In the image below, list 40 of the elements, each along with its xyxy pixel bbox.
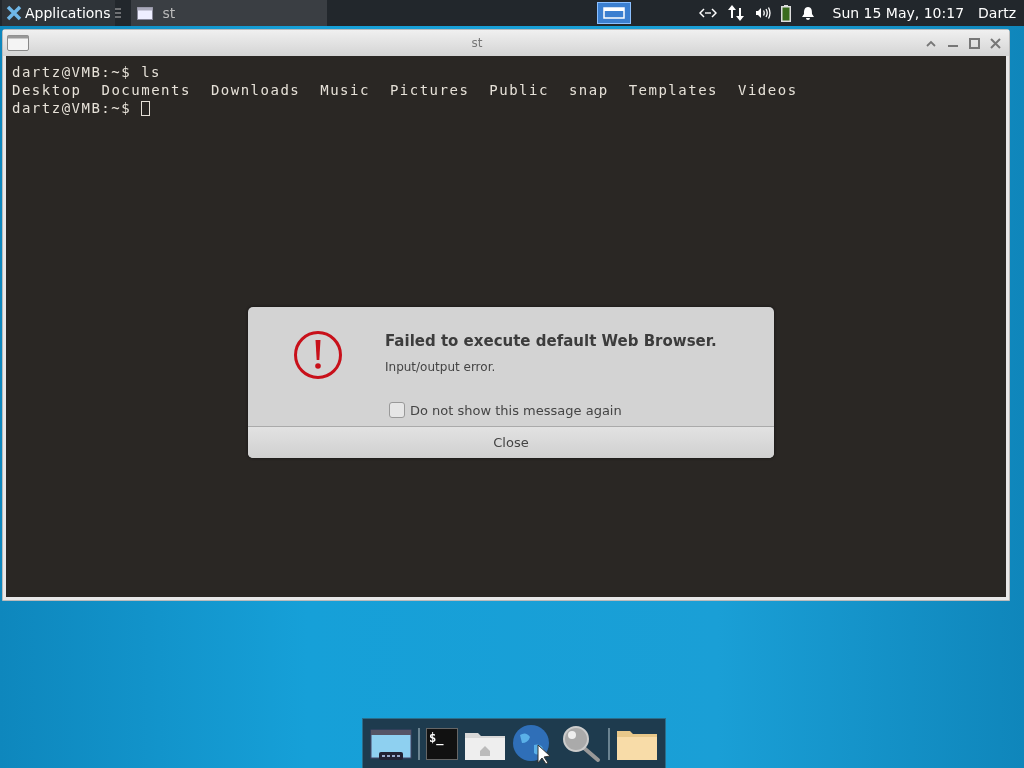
dialog-title: Failed to execute default Web Browser. (385, 332, 717, 350)
dialog-message: Input/output error. (385, 360, 497, 374)
clock[interactable]: Sun 15 May, 10:17 (832, 5, 965, 21)
close-icon[interactable] (990, 37, 1001, 49)
close-button[interactable]: Close (248, 426, 774, 458)
magnifier-icon[interactable] (560, 723, 602, 764)
directory-name: Pictures (389, 82, 470, 98)
error-icon (293, 330, 343, 380)
applications-menu[interactable]: Applications (2, 0, 115, 26)
command-text: ls (141, 64, 161, 80)
directory-name: Videos (738, 82, 798, 98)
show-desktop-icon[interactable] (370, 726, 412, 761)
window-title: st (470, 36, 484, 50)
checkbox[interactable] (389, 402, 405, 418)
directory-name: Downloads (210, 82, 301, 98)
window-icon (602, 7, 625, 19)
shell-prompt: dartz@VMB:~$ (12, 100, 132, 116)
taskbar-button[interactable]: st (130, 0, 327, 26)
bell-icon[interactable] (800, 5, 815, 21)
transfer-arrows-icon[interactable] (726, 4, 745, 22)
window-icon (136, 6, 153, 20)
directory-name: Public (489, 82, 549, 98)
x-logo-icon (6, 5, 22, 21)
directory-name: snap (568, 82, 609, 98)
checkbox-label[interactable]: Do not show this message again (410, 402, 622, 418)
shell-prompt: dartz@VMB:~$ (12, 64, 132, 80)
battery-icon[interactable] (780, 4, 791, 22)
terminal-icon[interactable]: $_ (426, 727, 458, 760)
volume-icon[interactable] (754, 6, 771, 20)
network-icon[interactable] (698, 7, 717, 19)
directory-name: Desktop (12, 82, 82, 98)
directory-name: Music (320, 82, 370, 98)
directory-name: Documents (101, 82, 191, 98)
maximize-icon[interactable] (969, 37, 980, 49)
directory-name: Templates (628, 82, 718, 98)
menu-lines-icon (114, 7, 121, 19)
user-name[interactable]: Dartz (978, 5, 1016, 21)
window-menu-icon[interactable] (7, 35, 29, 51)
shade-icon[interactable] (925, 39, 937, 47)
workspace-button[interactable] (596, 2, 631, 24)
